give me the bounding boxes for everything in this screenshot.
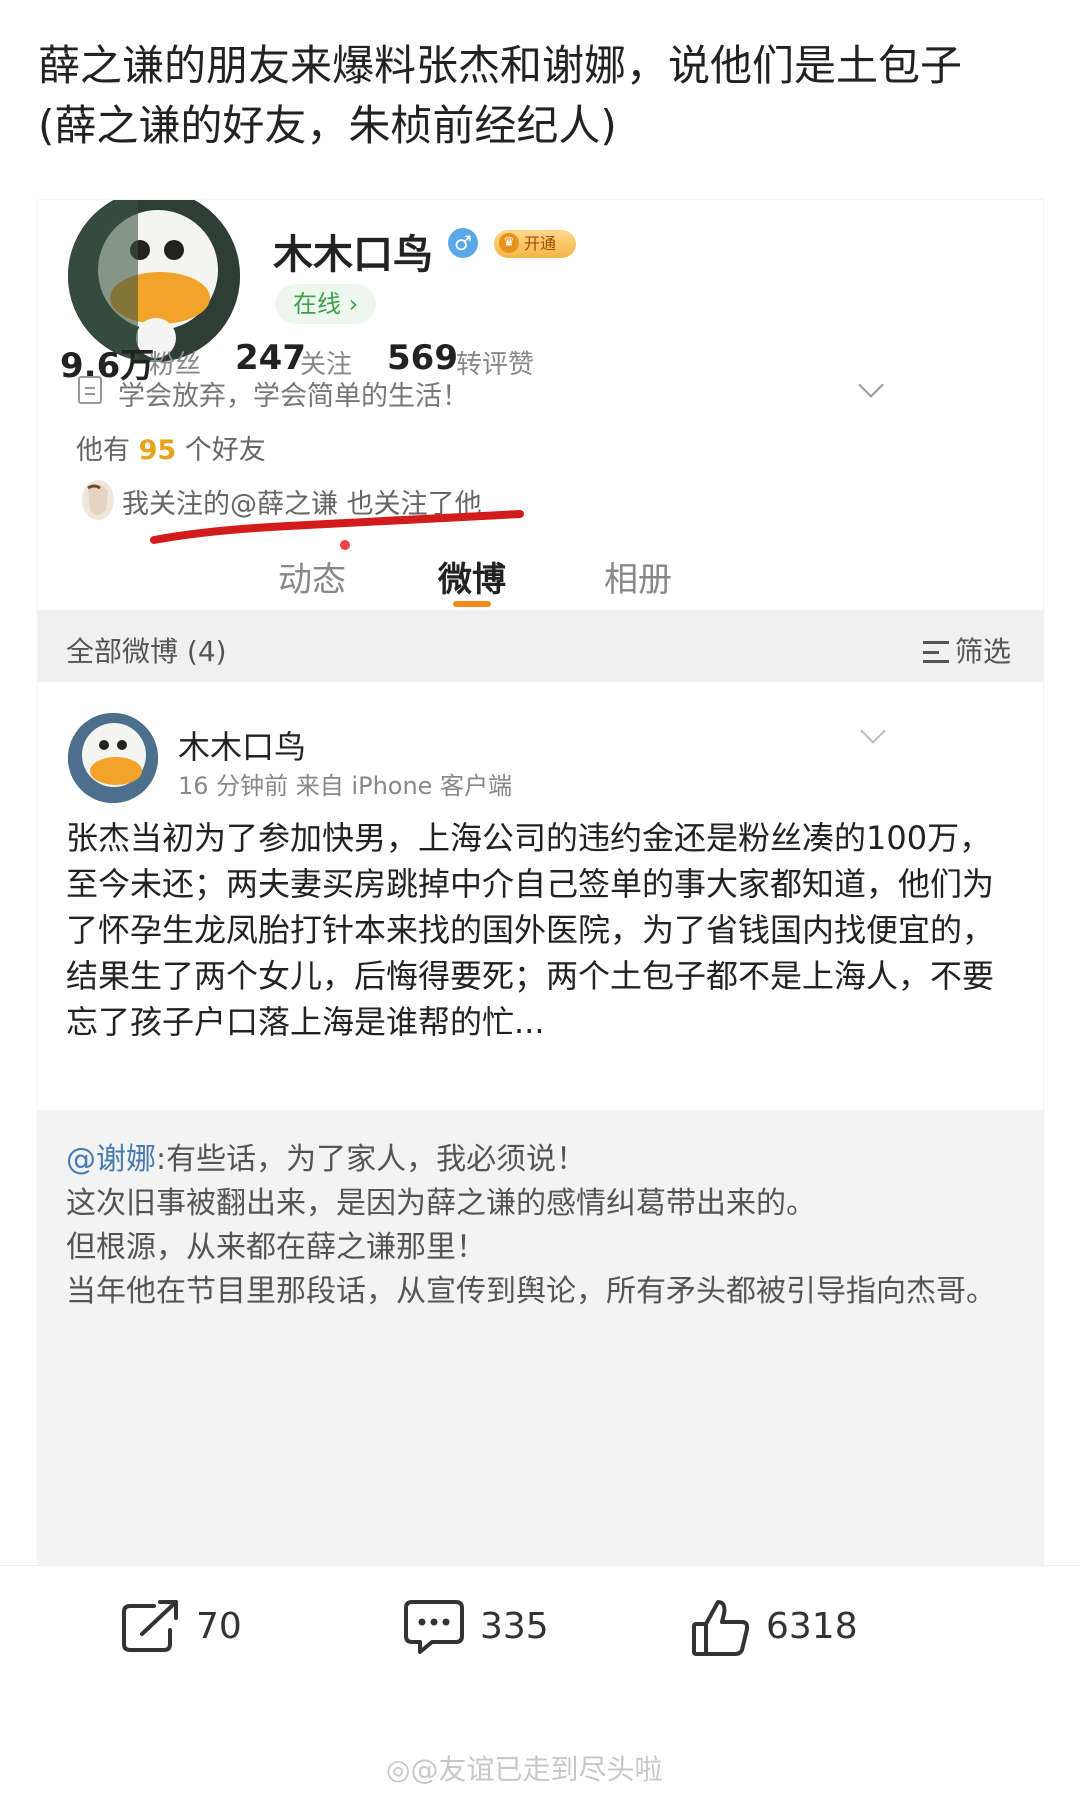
friends-summary[interactable]: 他有 95 个好友 xyxy=(76,428,266,467)
online-status[interactable]: 在线 › xyxy=(275,284,377,324)
post-author-name[interactable]: 木木口鸟 xyxy=(178,722,306,768)
male-gender-icon: ♂ xyxy=(448,228,478,258)
friends-count: 95 xyxy=(138,435,177,466)
top-crop-strip xyxy=(0,0,1080,24)
like-count[interactable]: 6318 xyxy=(766,1606,858,1647)
chevron-down-icon[interactable] xyxy=(858,372,884,398)
quoted-text: @谢娜:有些话，为了家人，我必须说！ 这次旧事被翻出来，是因为薛之谦的感情纠葛带… xyxy=(66,1138,1016,1314)
notification-dot xyxy=(340,540,350,550)
tab-dynamic[interactable]: 动态 xyxy=(278,552,346,601)
weibo-watermark: ◎@友谊已走到尽头啦 xyxy=(386,1748,662,1788)
donald-duck-avatar-icon xyxy=(68,713,158,803)
watermark-text: @友谊已走到尽头啦 xyxy=(410,1753,663,1786)
friends-suffix: 个好友 xyxy=(176,435,266,466)
like-thumbs-up-icon[interactable] xyxy=(690,1598,752,1658)
tab-weibo[interactable]: 微博 xyxy=(438,552,506,601)
weibo-logo-icon: ◎ xyxy=(386,1753,411,1786)
post-body: 张杰当初为了参加快男，上海公司的违约金还是粉丝凑的100万，至今未还；两夫妻买房… xyxy=(66,819,995,1041)
profile-header: 木木口鸟 ♂ ♛ 开通 在线 › 9.6万 粉丝 247 关注 569 转评赞 … xyxy=(38,200,1043,700)
post-author-avatar[interactable] xyxy=(68,713,158,803)
face-icon xyxy=(82,480,114,520)
weibo-screenshot-card: 木木口鸟 ♂ ♛ 开通 在线 › 9.6万 粉丝 247 关注 569 转评赞 … xyxy=(38,200,1043,1565)
post-timestamp: 16 分钟前 来自 iPhone 客户端 xyxy=(178,772,513,800)
friends-prefix: 他有 xyxy=(76,435,139,466)
comment-icon[interactable] xyxy=(402,1598,466,1656)
mutual-friend-avatar xyxy=(82,480,114,520)
red-underline-annotation xyxy=(150,510,524,544)
mention-link[interactable]: @谢娜 xyxy=(66,1142,156,1177)
repost-count[interactable]: 70 xyxy=(196,1606,242,1647)
document-icon xyxy=(78,376,102,404)
all-posts-label[interactable]: 全部微博 (4) xyxy=(66,630,227,670)
vip-badge[interactable]: ♛ 开通 xyxy=(494,230,576,258)
post-menu-chevron-icon[interactable] xyxy=(860,718,886,744)
repost-icon[interactable] xyxy=(120,1598,182,1654)
quoted-line-1: :有些话，为了家人，我必须说！ xyxy=(156,1142,587,1177)
vip-label: 开通 xyxy=(524,234,557,253)
engagement-count[interactable]: 569 xyxy=(387,338,458,378)
profile-username: 木木口鸟 xyxy=(273,232,433,278)
tab-album[interactable]: 相册 xyxy=(604,552,672,601)
filter-label: 筛选 xyxy=(954,635,1011,668)
caption-line-2: (薛之谦的好友，朱桢前经纪人) xyxy=(38,101,617,150)
filter-button[interactable]: 筛选 xyxy=(922,630,1011,670)
action-bar: 70 335 6318 xyxy=(0,1565,1080,1686)
profile-bio: 学会放弃，学会简单的生活！ xyxy=(118,381,469,412)
comment-count[interactable]: 335 xyxy=(480,1606,549,1647)
filter-icon xyxy=(922,641,949,663)
post-caption: 薛之谦的朋友来爆料张杰和谢娜，说他们是土包子 (薛之谦的好友，朱桢前经纪人) xyxy=(38,36,1038,156)
quoted-post[interactable]: @谢娜:有些话，为了家人，我必须说！ 这次旧事被翻出来，是因为薛之谦的感情纠葛带… xyxy=(38,1110,1043,1565)
quoted-line-3: 但根源，从来都在薛之谦那里！ xyxy=(66,1230,486,1265)
caption-line-1: 薛之谦的朋友来爆料张杰和谢娜，说他们是土包子 xyxy=(38,41,963,90)
active-tab-indicator xyxy=(453,601,491,607)
filter-bar: 全部微博 (4) 筛选 xyxy=(38,610,1043,682)
quoted-line-4: 当年他在节目里那段话，从宣传到舆论，所有矛头都被引导指向杰哥。 xyxy=(66,1274,996,1309)
following-count[interactable]: 247 xyxy=(235,338,306,378)
quoted-line-2: 这次旧事被翻出来，是因为薛之谦的感情纠葛带出来的。 xyxy=(66,1186,816,1221)
crown-icon: ♛ xyxy=(499,233,519,253)
